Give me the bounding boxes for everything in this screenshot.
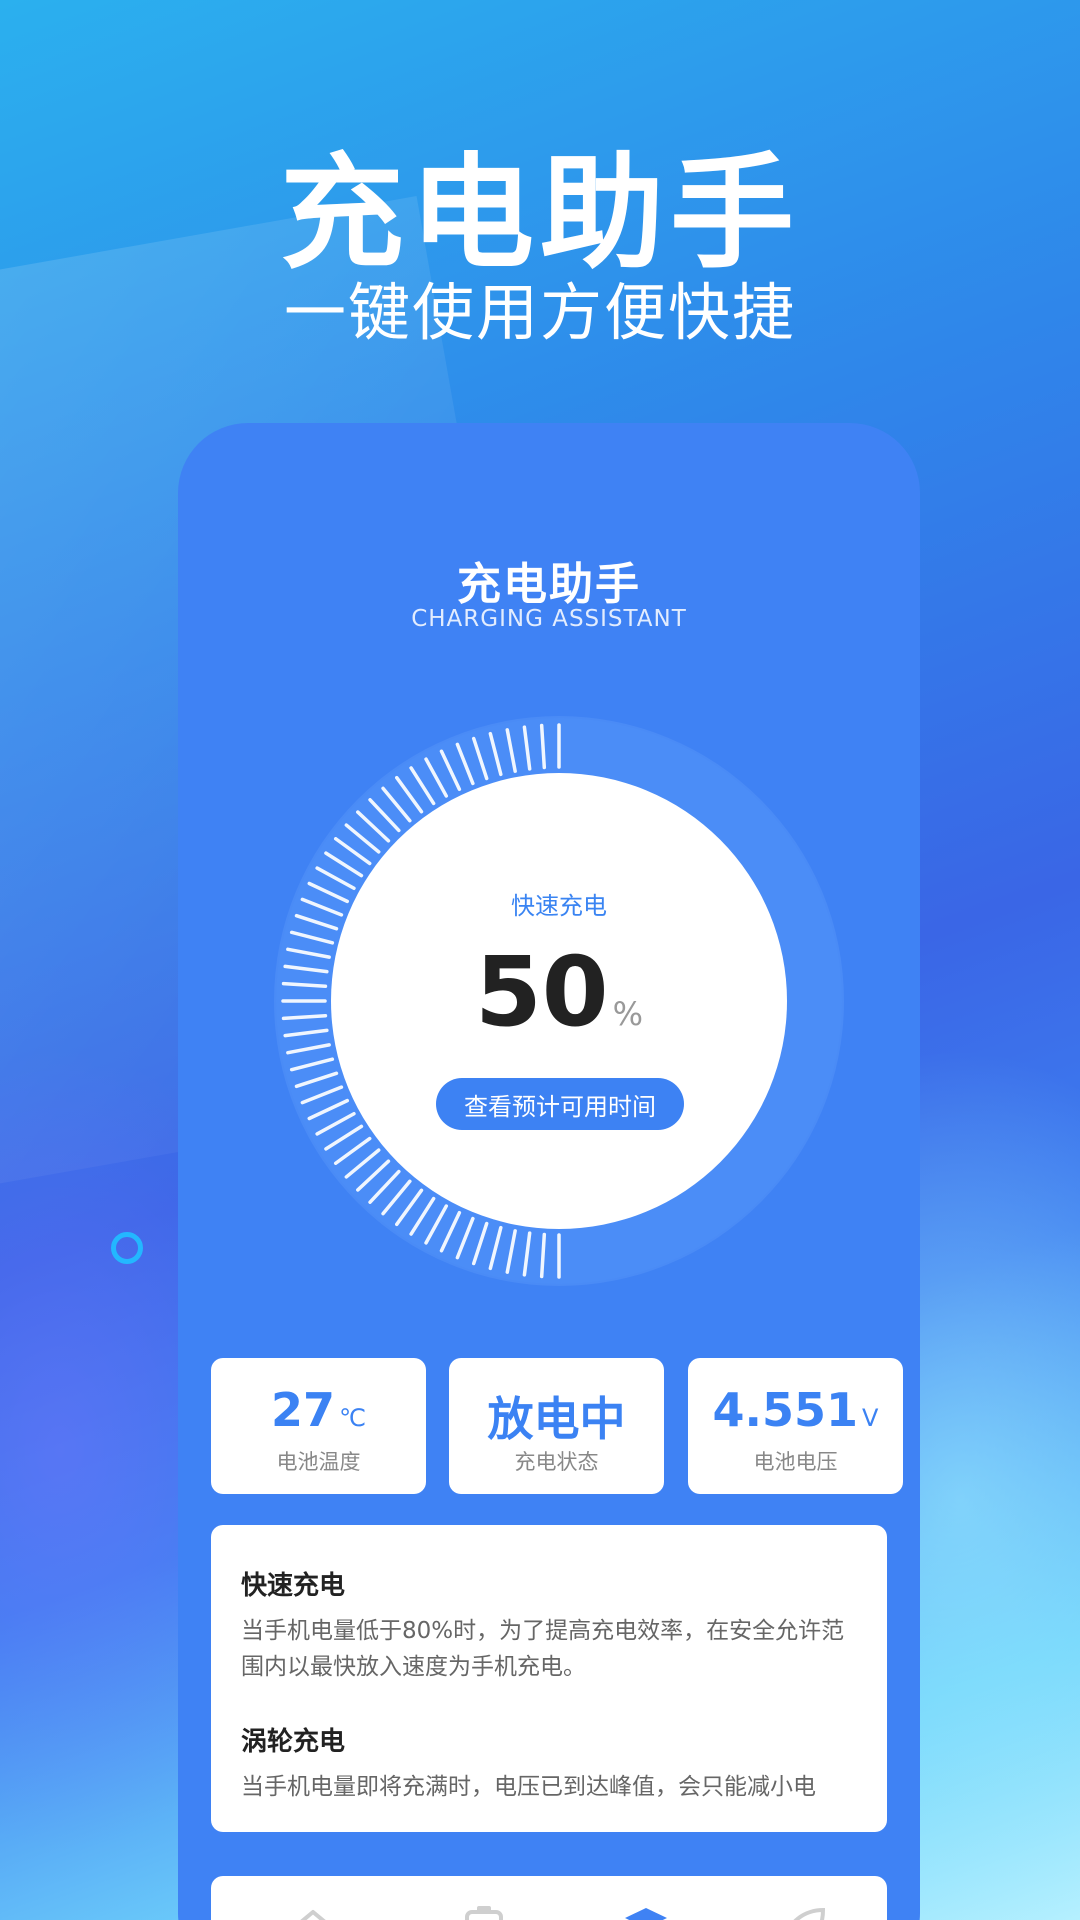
phone-mockup: 充电助手 CHARGING ASSISTANT 快速充电 50% 查看预计可用时… xyxy=(178,423,920,1920)
info-text-turbo-charge: 当手机电量即将充满时，电压已到达峰值，会只能减小电 xyxy=(241,1774,816,1800)
estimate-time-button[interactable]: 查看预计可用时间 xyxy=(436,1078,684,1130)
stat-card-charge-status: 放电中 充电状态 xyxy=(449,1358,664,1494)
page: 充电助手 一键使用方便快捷 充电助手 CHARGING ASSISTANT 快速… xyxy=(0,0,1080,1920)
stat-value: 27 ℃ xyxy=(211,1383,426,1437)
charge-info-card: 快速充电 当手机电量低于80%时，为了提高充电效率，在安全允许范围内以最快放入速… xyxy=(211,1525,887,1832)
app-subtitle: CHARGING ASSISTANT xyxy=(411,606,687,632)
info-text-fast-charge: 当手机电量低于80%时，为了提高充电效率，在安全允许范围内以最快放入速度为手机充… xyxy=(241,1618,845,1680)
battery-percent-unit: % xyxy=(612,995,643,1033)
hero-subtitle: 一键使用方便快捷 xyxy=(283,276,796,349)
gauge-center: 快速充电 50% 查看预计可用时间 xyxy=(334,776,784,1226)
leaf-icon[interactable] xyxy=(777,1904,827,1920)
voltage-unit: V xyxy=(862,1404,879,1432)
decorative-ring-icon xyxy=(111,1232,143,1264)
battery-percent-value: 50 xyxy=(475,936,609,1048)
stat-card-voltage: 4.551 V 电池电压 xyxy=(688,1358,903,1494)
stat-card-temperature: 27 ℃ 电池温度 xyxy=(211,1358,426,1494)
charge-mode-label: 快速充电 xyxy=(511,892,607,920)
charge-status-value: 放电中 xyxy=(487,1392,626,1446)
stat-value: 放电中 xyxy=(449,1383,664,1449)
temperature-unit: ℃ xyxy=(339,1404,366,1432)
bottom-nav xyxy=(211,1876,887,1920)
battery-icon[interactable] xyxy=(459,1904,509,1920)
battery-percent: 50% xyxy=(334,936,784,1048)
voltage-value: 4.551 xyxy=(712,1383,859,1437)
stat-label: 电池温度 xyxy=(276,1450,361,1474)
info-title-fast-charge: 快速充电 xyxy=(241,1571,346,1601)
temperature-value: 27 xyxy=(271,1383,336,1437)
battery-stats: 27 ℃ 电池温度 放电中 充电状态 4.551 V 电池电压 xyxy=(211,1358,903,1494)
app-title: 充电助手 xyxy=(457,559,641,610)
info-title-turbo-charge: 涡轮充电 xyxy=(241,1727,346,1757)
home-icon[interactable] xyxy=(283,1904,343,1920)
stat-label: 充电状态 xyxy=(514,1450,599,1474)
charge-gauge: 快速充电 50% 查看预计可用时间 xyxy=(274,716,844,1286)
stat-label: 电池电压 xyxy=(753,1450,838,1474)
stat-value: 4.551 V xyxy=(688,1383,903,1437)
box-icon[interactable] xyxy=(621,1904,671,1920)
